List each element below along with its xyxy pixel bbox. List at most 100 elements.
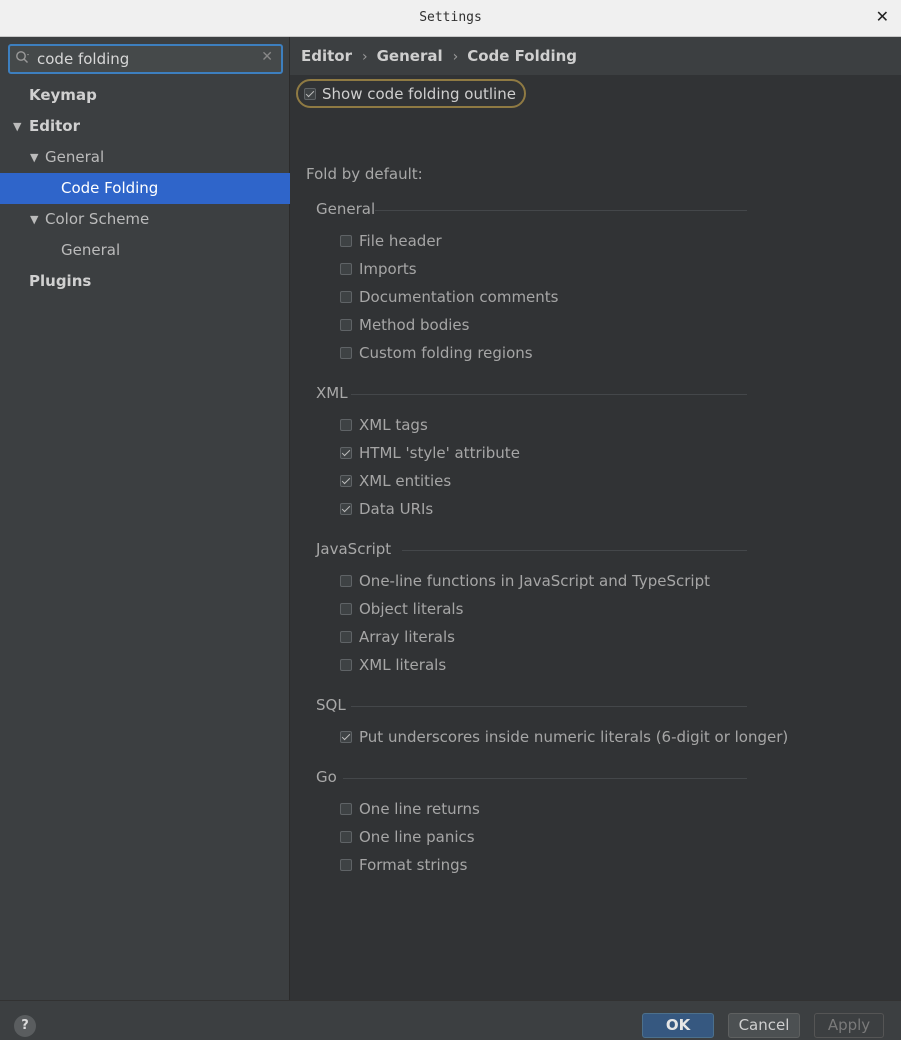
checkbox-icon[interactable] bbox=[340, 475, 352, 487]
tree-item-general[interactable]: ▼ General bbox=[0, 142, 290, 173]
search-box[interactable]: ✕ bbox=[8, 44, 283, 74]
breadcrumb-item[interactable]: Editor bbox=[301, 47, 352, 65]
checkbox-icon[interactable] bbox=[340, 503, 352, 515]
dialog-footer: ? OK Cancel Apply bbox=[0, 1000, 901, 1040]
option-imports[interactable]: Imports bbox=[340, 258, 417, 280]
option-label: XML entities bbox=[359, 472, 452, 490]
option-label: Format strings bbox=[359, 856, 468, 874]
search-icon[interactable] bbox=[15, 50, 31, 66]
tree-item-label: Keymap bbox=[29, 86, 97, 104]
settings-sidebar: ✕ Keymap ▼ Editor ▼ General Code Folding… bbox=[0, 37, 290, 1000]
group-title-sql: SQL bbox=[316, 696, 346, 714]
option-data-uris[interactable]: Data URIs bbox=[340, 498, 433, 520]
close-icon[interactable]: ✕ bbox=[876, 8, 889, 26]
option-custom-folding-regions[interactable]: Custom folding regions bbox=[340, 342, 533, 364]
group-divider bbox=[375, 210, 747, 211]
option-array-literals[interactable]: Array literals bbox=[340, 626, 455, 648]
checkbox-icon[interactable] bbox=[340, 319, 352, 331]
group-divider bbox=[402, 550, 747, 551]
option-one-line-panics[interactable]: One line panics bbox=[340, 826, 475, 848]
option-file-header[interactable]: File header bbox=[340, 230, 442, 252]
tree-item-label: General bbox=[45, 148, 105, 166]
tree-item-label: Color Scheme bbox=[45, 210, 150, 228]
expand-arrow-icon[interactable]: ▼ bbox=[30, 142, 38, 173]
option-label: XML literals bbox=[359, 656, 447, 674]
clear-search-icon[interactable]: ✕ bbox=[261, 49, 273, 65]
breadcrumb: Editor › General › Code Folding bbox=[301, 47, 577, 69]
breadcrumb-separator-icon: › bbox=[452, 49, 459, 65]
group-divider bbox=[343, 778, 747, 779]
checkbox-icon[interactable] bbox=[340, 447, 352, 459]
option-numeric-underscores[interactable]: Put underscores inside numeric literals … bbox=[340, 726, 788, 748]
group-title-go: Go bbox=[316, 768, 337, 786]
title-bar: Settings ✕ bbox=[0, 0, 901, 37]
group-title-javascript: JavaScript bbox=[316, 540, 392, 558]
option-label: File header bbox=[359, 232, 442, 250]
breadcrumb-item[interactable]: General bbox=[377, 47, 443, 65]
group-divider bbox=[351, 706, 747, 707]
option-label: Put underscores inside numeric literals … bbox=[359, 728, 789, 746]
show-folding-outline-checkbox[interactable]: Show code folding outline bbox=[296, 79, 526, 108]
expand-arrow-icon[interactable]: ▼ bbox=[30, 204, 38, 235]
checkbox-icon[interactable] bbox=[340, 263, 352, 275]
options-panel: Show code folding outline Fold by defaul… bbox=[290, 75, 901, 1000]
checkbox-icon[interactable] bbox=[340, 731, 352, 743]
tree-item-keymap[interactable]: Keymap bbox=[0, 80, 290, 111]
settings-content: Editor › General › Code Folding Show code fo… bbox=[290, 37, 901, 1000]
tree-item-label: Plugins bbox=[29, 272, 92, 290]
option-format-strings[interactable]: Format strings bbox=[340, 854, 468, 876]
ok-button[interactable]: OK bbox=[642, 1013, 714, 1038]
option-label: Array literals bbox=[359, 628, 455, 646]
window-title: Settings bbox=[419, 10, 482, 25]
option-label: One-line functions in JavaScript and Typ… bbox=[359, 572, 710, 590]
option-label: Documentation comments bbox=[359, 288, 559, 306]
fold-by-default-label: Fold by default: bbox=[306, 165, 423, 183]
option-label: Data URIs bbox=[359, 500, 434, 518]
option-method-bodies[interactable]: Method bodies bbox=[340, 314, 469, 336]
cancel-button[interactable]: Cancel bbox=[728, 1013, 800, 1038]
search-input[interactable] bbox=[37, 48, 252, 70]
tree-item-code-folding[interactable]: Code Folding bbox=[0, 173, 290, 204]
help-icon[interactable]: ? bbox=[14, 1015, 36, 1037]
tree-item-label: General bbox=[61, 241, 121, 259]
group-divider bbox=[351, 394, 747, 395]
tree-item-editor[interactable]: ▼ Editor bbox=[0, 111, 290, 142]
checkbox-icon[interactable] bbox=[340, 419, 352, 431]
checkbox-icon[interactable] bbox=[340, 235, 352, 247]
option-one-line-functions[interactable]: One-line functions in JavaScript and Typ… bbox=[340, 570, 710, 592]
checkbox-icon[interactable] bbox=[340, 803, 352, 815]
group-title-general: General bbox=[316, 200, 376, 218]
option-xml-literals[interactable]: XML literals bbox=[340, 654, 446, 676]
option-label: Imports bbox=[359, 260, 417, 278]
expand-arrow-icon[interactable]: ▼ bbox=[13, 111, 21, 142]
apply-button[interactable]: Apply bbox=[814, 1013, 884, 1038]
checkbox-icon[interactable] bbox=[340, 575, 352, 587]
option-label: HTML 'style' attribute bbox=[359, 444, 520, 462]
checkbox-icon[interactable] bbox=[340, 859, 352, 871]
tree-item-label: Code Folding bbox=[61, 179, 159, 197]
option-label: Method bodies bbox=[359, 316, 470, 334]
checkbox-icon[interactable] bbox=[304, 87, 316, 100]
option-html-style-attribute[interactable]: HTML 'style' attribute bbox=[340, 442, 520, 464]
option-label: One line returns bbox=[359, 800, 480, 818]
tree-item-label: Editor bbox=[29, 117, 80, 135]
tree-item-color-scheme[interactable]: ▼ Color Scheme bbox=[0, 204, 290, 235]
breadcrumb-item: Code Folding bbox=[467, 47, 578, 65]
tree-item-color-scheme-general[interactable]: General bbox=[0, 235, 290, 266]
option-label: Object literals bbox=[359, 600, 464, 618]
option-object-literals[interactable]: Object literals bbox=[340, 598, 463, 620]
checkbox-icon[interactable] bbox=[340, 603, 352, 615]
option-documentation-comments[interactable]: Documentation comments bbox=[340, 286, 558, 308]
option-xml-tags[interactable]: XML tags bbox=[340, 414, 428, 436]
checkbox-label: Show code folding outline bbox=[322, 84, 516, 103]
group-title-xml: XML bbox=[316, 384, 348, 402]
option-one-line-returns[interactable]: One line returns bbox=[340, 798, 480, 820]
checkbox-icon[interactable] bbox=[340, 631, 352, 643]
checkbox-icon[interactable] bbox=[340, 291, 352, 303]
option-xml-entities[interactable]: XML entities bbox=[340, 470, 451, 492]
checkbox-icon[interactable] bbox=[340, 659, 352, 671]
checkbox-icon[interactable] bbox=[340, 347, 352, 359]
option-label: One line panics bbox=[359, 828, 475, 846]
checkbox-icon[interactable] bbox=[340, 831, 352, 843]
tree-item-plugins[interactable]: Plugins bbox=[0, 266, 290, 297]
